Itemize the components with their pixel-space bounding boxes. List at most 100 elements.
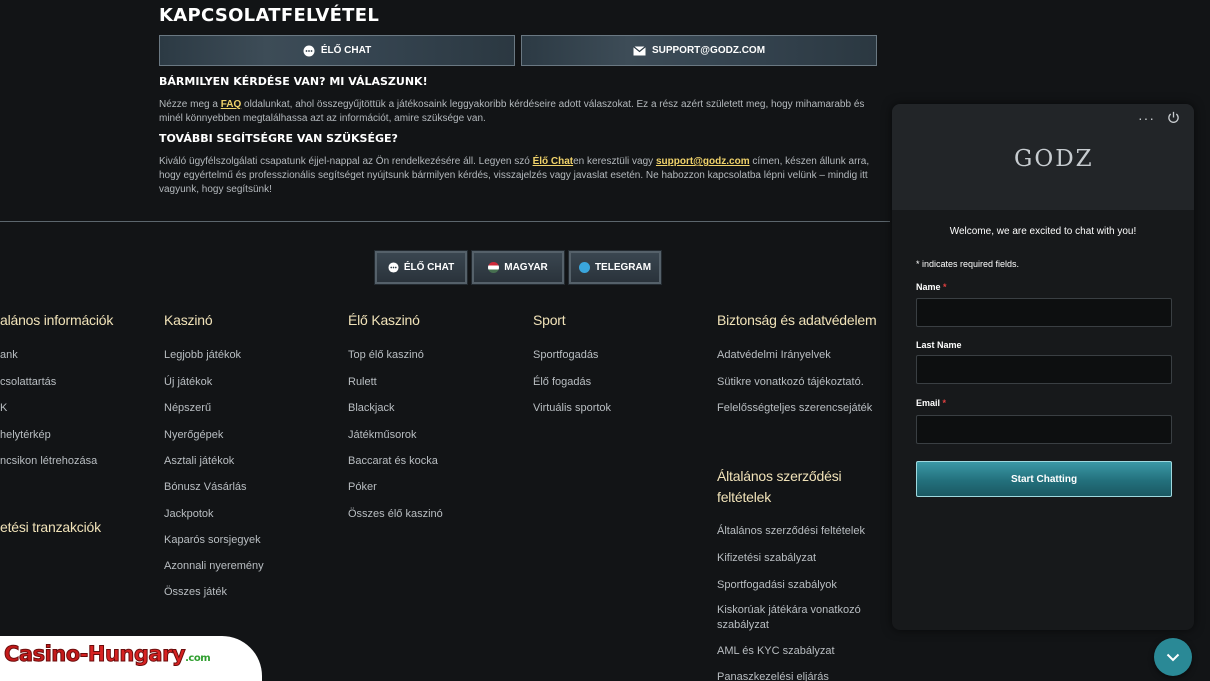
chat-welcome-text: Welcome, we are excited to chat with you… <box>949 226 1137 237</box>
help-heading: TOVÁBBI SEGÍTSÉGRE VAN SZÜKSÉGE? <box>159 132 398 145</box>
chat-collapse-button[interactable] <box>1154 638 1192 676</box>
last-name-input[interactable] <box>916 355 1172 384</box>
terms-link-continued[interactable]: szabályzat <box>717 619 769 631</box>
language-label: MAGYAR <box>504 262 548 273</box>
general-link[interactable]: csolattartás <box>0 376 56 388</box>
col-title-live-casino: Élő Kaszinó <box>348 312 420 328</box>
footer-col-security: Biztonság és adatvédelem <box>717 312 877 328</box>
security-link[interactable]: Adatvédelmi Irányelvek <box>717 349 831 361</box>
live-chat-label: ÉLŐ CHAT <box>320 45 372 56</box>
watermark-part2: -Hungary <box>79 642 186 667</box>
live-chat-button[interactable]: ÉLŐ CHAT <box>159 35 515 66</box>
casino-link[interactable]: Új játékok <box>164 376 212 388</box>
email-label: SUPPORT@GODZ.COM <box>651 45 766 56</box>
email-input[interactable] <box>916 415 1172 444</box>
required-fields-note: * indicates required fields. <box>916 259 1020 269</box>
casino-link[interactable]: Asztali játékok <box>164 455 234 467</box>
sport-link[interactable]: Élő fogadás <box>533 376 591 388</box>
start-chatting-button[interactable]: Start Chatting <box>916 461 1172 497</box>
section-divider <box>0 221 890 222</box>
chevron-down-icon <box>1166 653 1180 661</box>
watermark-part1: Casino <box>4 642 81 667</box>
sport-link[interactable]: Virtuális sportok <box>533 402 611 414</box>
chat-widget: ··· GODZ Welcome, we are excited to chat… <box>892 104 1194 630</box>
security-link[interactable]: Felelősségteljes szerencsejáték <box>717 402 872 414</box>
required-mark: * <box>942 398 947 408</box>
help-paragraph: Kiváló ügyfélszolgálati csapatunk éjjel-… <box>159 155 877 197</box>
footer-col-general: alános információk <box>0 312 113 328</box>
name-label-text: Name <box>916 282 941 292</box>
casino-link[interactable]: Kaparós sorsjegyek <box>164 534 261 546</box>
terms-link[interactable]: Panaszkezelési eljárás <box>717 671 829 681</box>
telegram-button[interactable]: TELEGRAM <box>568 250 662 285</box>
email-label-text: Email <box>916 398 941 408</box>
more-options-icon[interactable]: ··· <box>1138 110 1155 126</box>
language-button[interactable]: MAGYAR <box>471 250 565 285</box>
terms-link[interactable]: AML és KYC szabályzat <box>717 645 835 657</box>
chat-bubble-icon <box>303 45 315 56</box>
faq-text-after: oldalunkat, ahol összegyűjtöttük a játék… <box>159 99 865 124</box>
name-label: Name * <box>916 282 947 292</box>
col-title-terms-line2: feltételek <box>717 489 772 505</box>
help-text-mid: en keresztüli vagy <box>573 156 656 167</box>
casino-link[interactable]: Összes játék <box>164 586 227 598</box>
casino-link[interactable]: Népszerű <box>164 402 211 414</box>
footer-live-chat-button[interactable]: ÉLŐ CHAT <box>374 250 468 285</box>
chat-bubble-icon <box>388 262 399 273</box>
telegram-label: TELEGRAM <box>594 262 652 273</box>
casino-link[interactable]: Nyerőgépek <box>164 429 223 441</box>
watermark-logo: Casino-Hungary.com <box>4 642 211 667</box>
col-title-security: Biztonság és adatvédelem <box>717 312 877 328</box>
col-title-terms-line1: Általános szerződési <box>717 468 842 484</box>
casino-link[interactable]: Azonnali nyeremény <box>164 560 264 572</box>
faq-text-before: Nézze meg a <box>159 99 221 110</box>
footer-col-transactions: etési tranzakciók <box>0 519 101 535</box>
terms-link[interactable]: Kiskorúak játékára vonatkozó <box>717 604 861 616</box>
power-icon[interactable] <box>1167 111 1180 124</box>
faq-paragraph: Nézze meg a FAQ oldalunkat, ahol összegy… <box>159 98 877 126</box>
live-casino-link[interactable]: Baccarat és kocka <box>348 455 438 467</box>
general-link[interactable]: ncsikon létrehozása <box>0 455 97 467</box>
footer-col-terms: Általános szerződési feltételek <box>717 468 842 505</box>
footer-col-live-casino: Élő Kaszinó <box>348 312 420 328</box>
terms-link[interactable]: Általános szerződési feltételek <box>717 525 865 537</box>
hungary-flag-icon <box>488 262 500 273</box>
col-title-general: alános információk <box>0 312 114 328</box>
general-link[interactable]: helytérkép <box>0 429 51 441</box>
contact-buttons: ÉLŐ CHAT SUPPORT@GODZ.COM <box>159 35 877 66</box>
sport-link[interactable]: Sportfogadás <box>533 349 598 361</box>
live-chat-link[interactable]: Élő Chat <box>533 156 574 167</box>
terms-link[interactable]: Kifizetési szabályzat <box>717 552 816 564</box>
live-casino-link[interactable]: Összes élő kaszinó <box>348 508 443 520</box>
live-casino-link[interactable]: Játékműsorok <box>348 429 416 441</box>
required-mark: * <box>943 282 947 292</box>
terms-link[interactable]: Sportfogadási szabályok <box>717 579 837 591</box>
casino-link[interactable]: Jackpotok <box>164 508 214 520</box>
casino-link[interactable]: Legjobb játékok <box>164 349 241 361</box>
telegram-icon <box>578 262 590 273</box>
faq-heading: BÁRMILYEN KÉRDÉSE VAN? MI VÁLASZUNK! <box>159 75 428 88</box>
faq-link[interactable]: FAQ <box>221 99 242 110</box>
footer-live-chat-label: ÉLŐ CHAT <box>403 262 455 273</box>
footer-col-casino: Kaszinó <box>164 312 213 328</box>
email-field-label: Email * <box>916 398 946 408</box>
casino-link[interactable]: Bónusz Vásárlás <box>164 481 247 493</box>
general-link[interactable]: K <box>0 402 7 414</box>
general-link[interactable]: ank <box>0 349 18 361</box>
name-input[interactable] <box>916 298 1172 327</box>
watermark-part3: .com <box>185 653 211 664</box>
col-title-sport: Sport <box>533 312 566 328</box>
casino-hungary-watermark: Casino-Hungary.com <box>0 636 262 681</box>
email-support-button[interactable]: SUPPORT@GODZ.COM <box>521 35 877 66</box>
security-link[interactable]: Sütikre vonatkozó tájékoztató. <box>717 376 864 388</box>
live-casino-link[interactable]: Rulett <box>348 376 377 388</box>
live-casino-link[interactable]: Blackjack <box>348 402 394 414</box>
page-title: KAPCSOLATFELVÉTEL <box>159 5 380 26</box>
godz-logo: GODZ <box>1014 146 1094 172</box>
live-casino-link[interactable]: Póker <box>348 481 377 493</box>
live-casino-link[interactable]: Top élő kaszinó <box>348 349 424 361</box>
footer-col-sport: Sport <box>533 312 566 328</box>
footer-buttons: ÉLŐ CHAT MAGYAR TELEGRAM <box>374 250 665 285</box>
support-email-link[interactable]: support@godz.com <box>656 156 750 167</box>
last-name-label: Last Name <box>916 340 962 350</box>
